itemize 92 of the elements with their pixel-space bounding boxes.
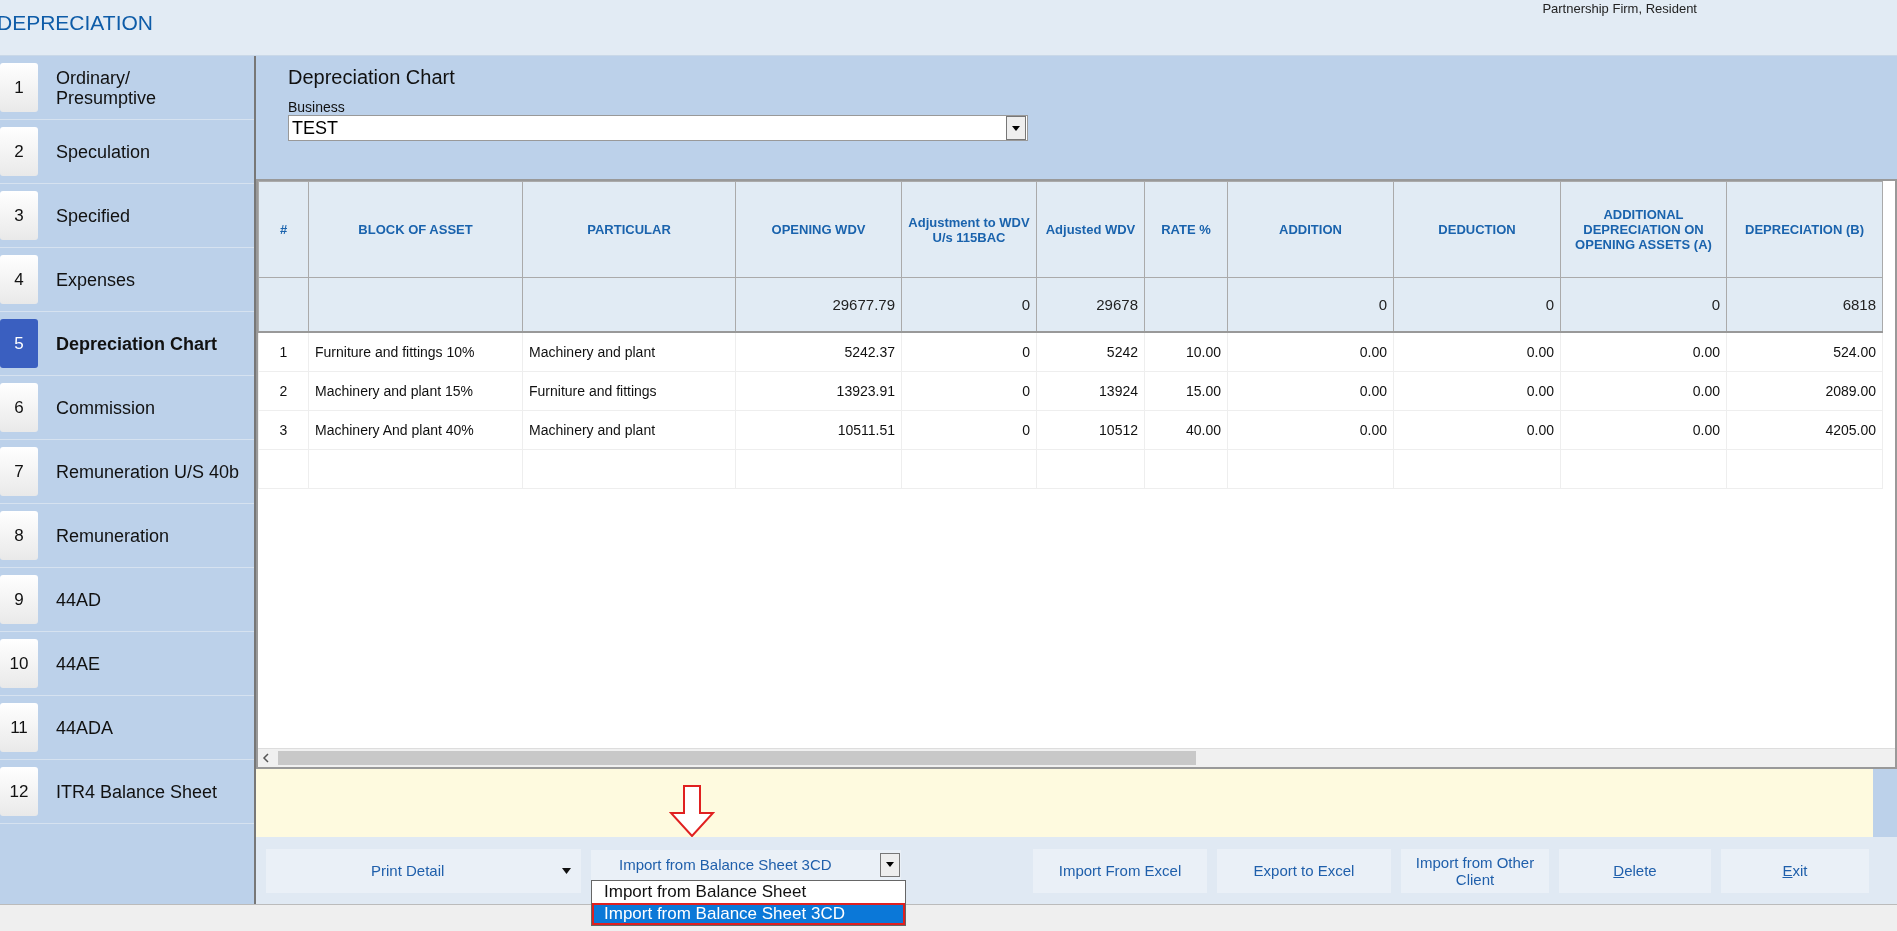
sidebar-item[interactable]: Remuneration [56,525,170,546]
total-cell: 0 [1393,277,1561,332]
sidebar-item[interactable]: Depreciation Chart [56,333,218,354]
dropdown-option[interactable]: Import from Balance Sheet 3CD [592,902,905,925]
table-cell: 15.00 [1144,371,1228,411]
step-number-button[interactable]: 7 [0,447,38,496]
scroll-left-icon[interactable] [262,753,270,763]
entity-type-text: Partnership Firm, Resident [1542,1,1697,16]
table-cell: 13923.91 [735,371,902,411]
total-cell: 0 [901,277,1037,332]
sidebar-item[interactable]: Specified [56,205,131,226]
total-cell: 6818 [1726,277,1883,332]
table-cell: 0 [901,332,1037,372]
table-cell: 5242 [1036,332,1145,372]
table-cell: Machinery and plant [522,410,736,450]
print-detail-button[interactable]: Print Detail [266,848,581,893]
table-cell: 0.00 [1393,371,1561,411]
sidebar-item[interactable]: 44AE [56,653,101,674]
action-button[interactable]: Delete [1559,848,1711,893]
column-header: Adjustment to WDV U/s 115BAC [901,181,1037,278]
table-cell: 0 [901,371,1037,411]
step-number-button[interactable]: 11 [0,703,38,752]
column-header: BLOCK OF ASSET [308,181,523,278]
action-button[interactable]: Export to Excel [1217,848,1391,893]
caret-icon [886,862,894,867]
column-header: ADDITIONAL DEPRECIATION ON OPENING ASSETS (A) [1560,181,1727,278]
total-cell: 0 [1227,277,1394,332]
action-button[interactable]: Import From Excel [1033,848,1207,893]
action-button[interactable]: Exit [1721,848,1869,893]
step-number-button[interactable]: 3 [0,191,38,240]
step-number-button[interactable]: 8 [0,511,38,560]
table-cell: 5242.37 [735,332,902,372]
step-number-button[interactable]: 2 [0,127,38,176]
business-dropdown[interactable]: TEST [288,115,1028,141]
table-cell: 0.00 [1393,410,1561,450]
column-header: Adjusted WDV [1036,181,1145,278]
step-number-button[interactable]: 12 [0,767,38,816]
step-number-button[interactable]: 4 [0,255,38,304]
sidebar-item[interactable]: Remuneration U/S 40b [56,461,240,482]
business-label: Business [288,99,346,115]
table-cell: 0 [901,410,1037,450]
table-cell: 524.00 [1726,332,1883,372]
caret-icon [562,867,571,874]
table-cell: 4205.00 [1726,410,1883,450]
table-cell: 13924 [1036,371,1145,411]
table-cell: 0.00 [1227,371,1394,411]
table-cell: 0.00 [1393,332,1561,372]
sidebar-item[interactable]: ITR4 Balance Sheet [56,781,218,802]
column-header: DEDUCTION [1393,181,1561,278]
table-cell: 0.00 [1227,410,1394,450]
step-number-button[interactable]: 10 [0,639,38,688]
table-cell: 3 [258,410,309,450]
sidebar-item[interactable]: Ordinary/ Presumptive [56,67,157,108]
sidebar-item[interactable]: 44AD [56,589,102,610]
table-cell: Furniture and fittings [522,371,736,411]
table-cell: 10512 [1036,410,1145,450]
table-cell: 0.00 [1560,371,1727,411]
total-cell: 0 [1560,277,1727,332]
action-button[interactable]: Import from Other Client [1401,848,1549,893]
table-cell: Machinery and plant [522,332,736,372]
table-cell: 2 [258,371,309,411]
column-header: # [258,181,309,278]
sidebar-item[interactable]: Expenses [56,269,136,290]
caret-icon [1012,125,1020,131]
total-cell: 29678 [1036,277,1145,332]
table-cell: 0.00 [1560,410,1727,450]
arrow-icon [669,784,715,837]
step-number-button[interactable]: 5 [0,319,38,368]
page-title: Depreciation Chart [288,66,456,89]
step-number-button[interactable]: 9 [0,575,38,624]
table-cell: Furniture and fittings 10% [308,332,523,372]
column-header: DEPRECIATION (B) [1726,181,1883,278]
column-header: RATE % [1144,181,1228,278]
sidebar-item[interactable]: Commission [56,397,156,418]
horizontal-scrollbar[interactable] [258,748,1895,767]
column-header: PARTICULAR [522,181,736,278]
sidebar-item[interactable]: 44ADA [56,717,114,738]
column-header: ADDITION [1227,181,1394,278]
column-header: OPENING WDV [735,181,902,278]
step-number-button[interactable]: 6 [0,383,38,432]
table-cell: 0.00 [1560,332,1727,372]
table-cell: 10.00 [1144,332,1228,372]
table-cell: Machinery And plant 40% [308,410,523,450]
total-cell: 29677.79 [735,277,902,332]
step-number-button[interactable]: 1 [0,63,38,112]
table-cell: 10511.51 [735,410,902,450]
table-cell: 1 [258,332,309,372]
table-cell: 40.00 [1144,410,1228,450]
sidebar-item[interactable]: Speculation [56,141,151,162]
table-cell: 0.00 [1227,332,1394,372]
table-cell: Machinery and plant 15% [308,371,523,411]
table-cell: 2089.00 [1726,371,1883,411]
